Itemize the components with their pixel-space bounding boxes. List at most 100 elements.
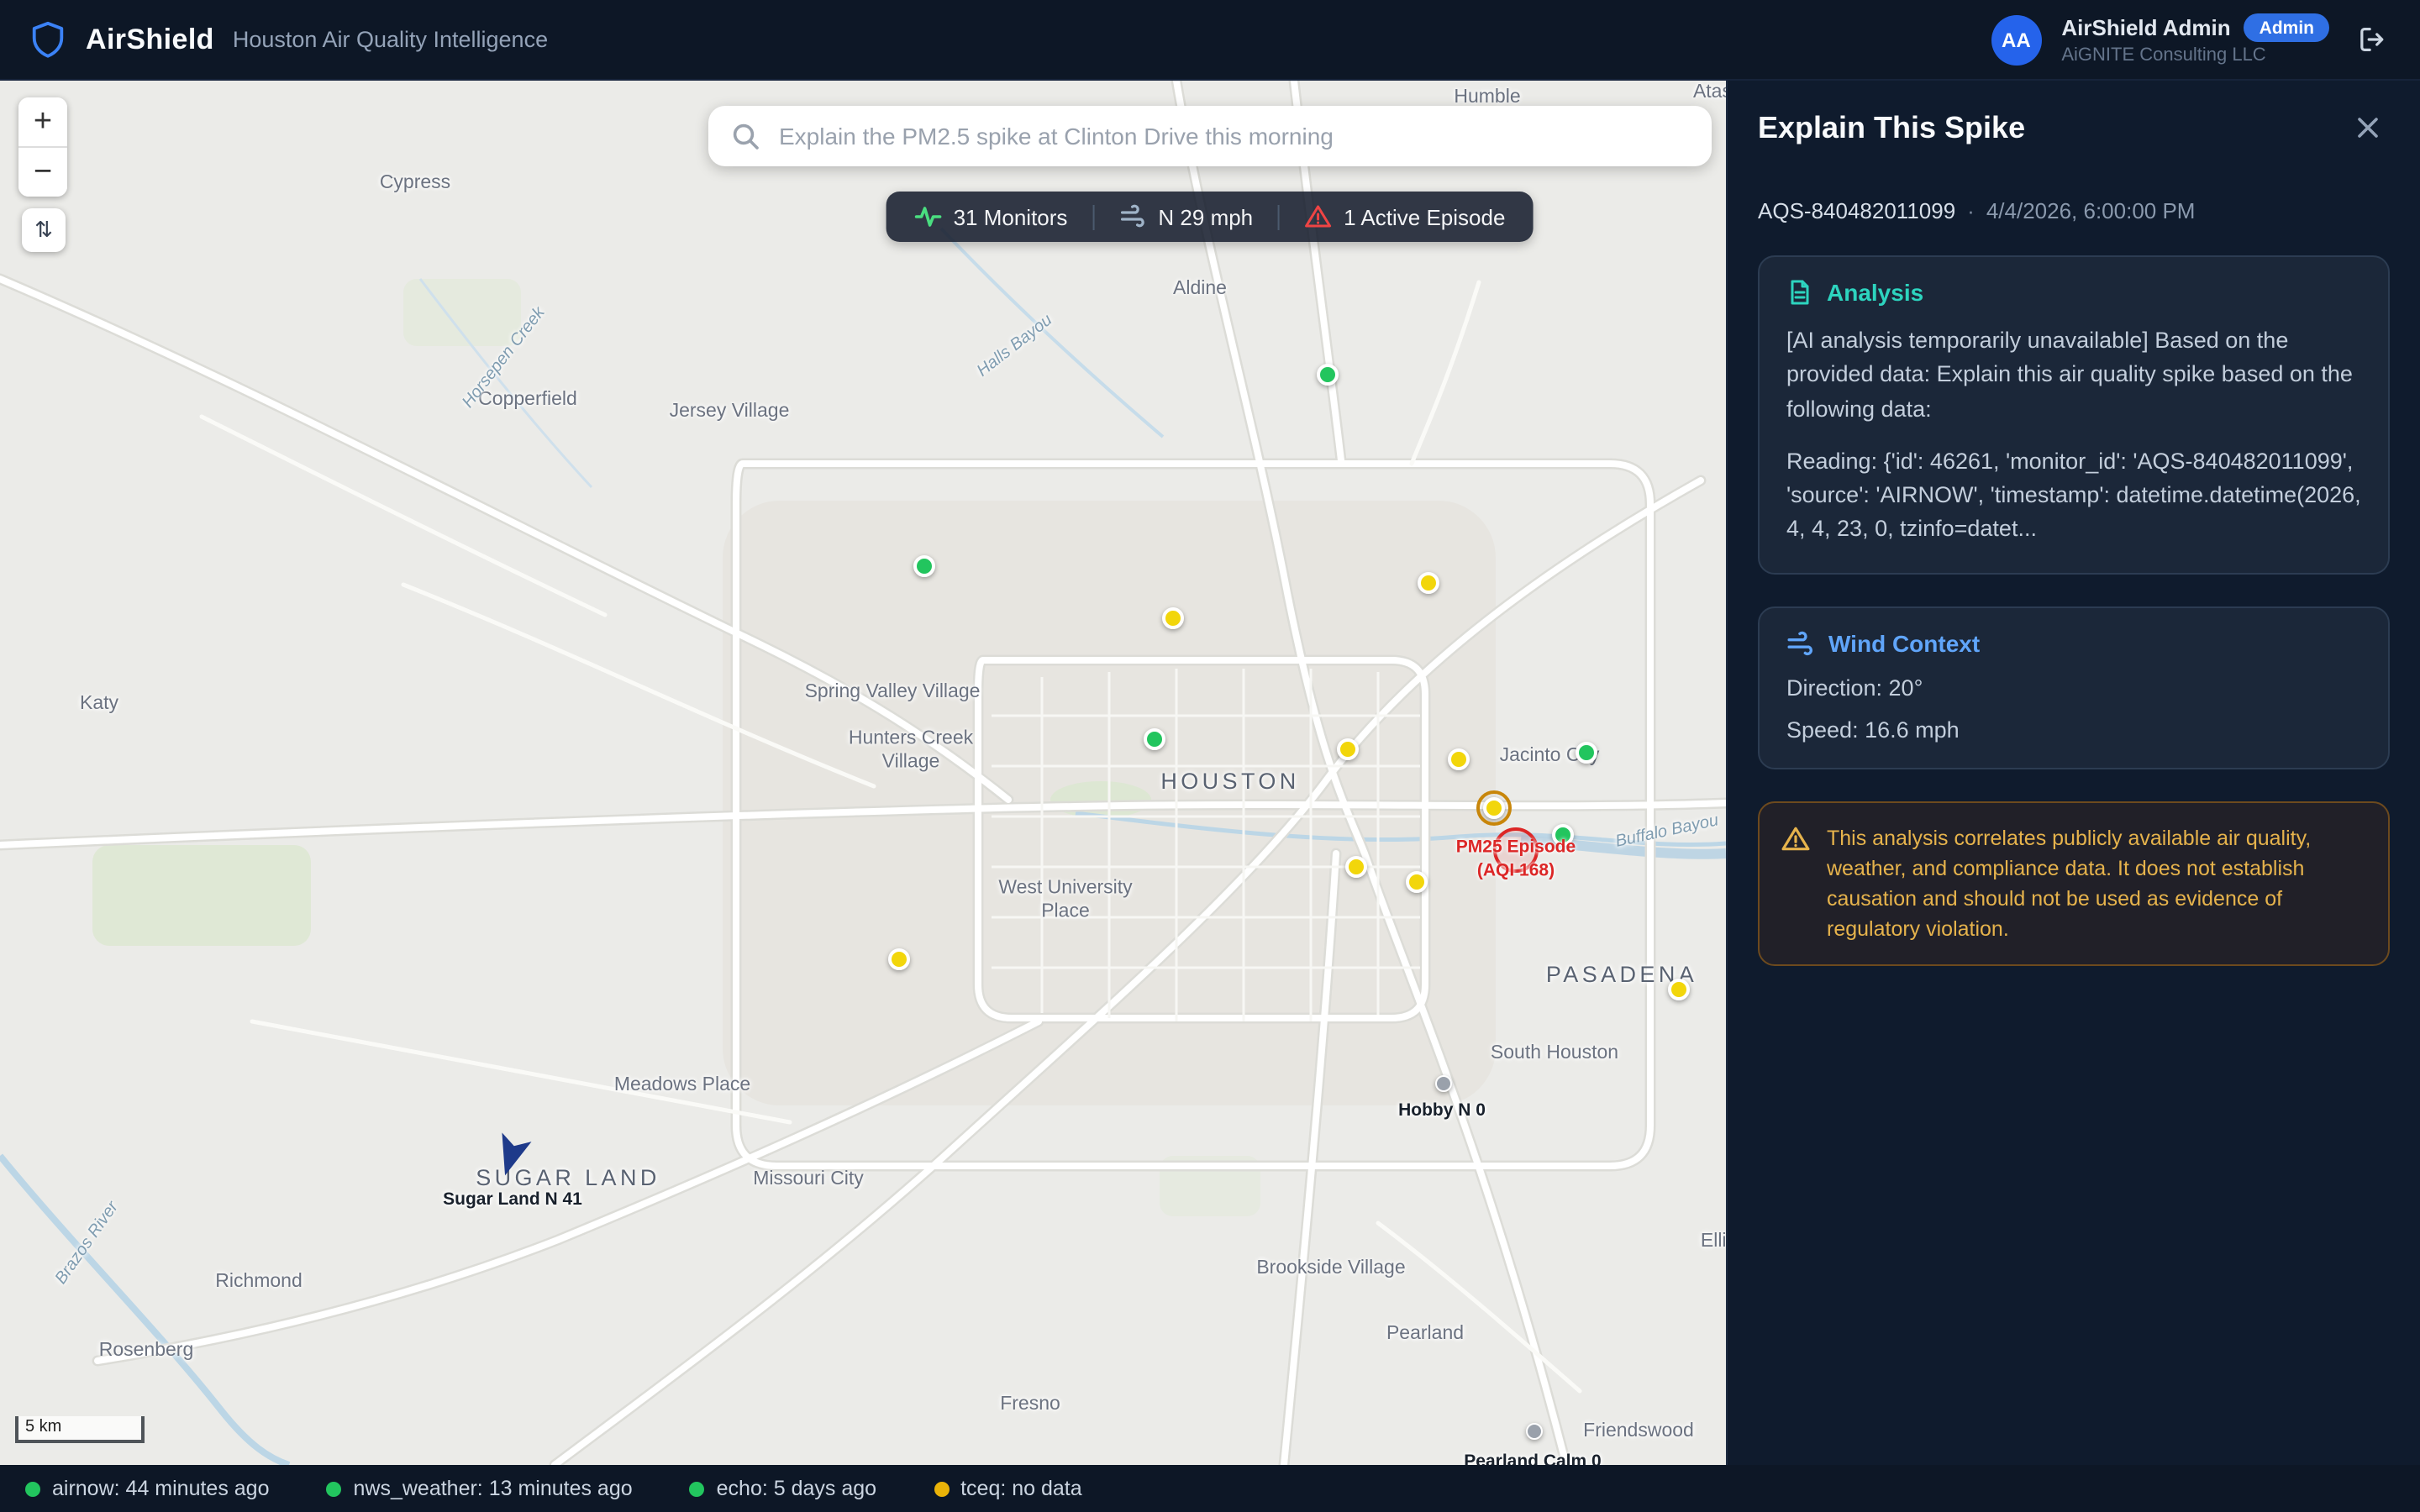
- close-panel-button[interactable]: [2346, 106, 2390, 150]
- episode-meta: AQS-840482011099 · 4/4/2026, 6:00:00 PM: [1758, 198, 2390, 223]
- wind-card-title: Wind Context: [1828, 630, 1980, 657]
- map-label-brookside-village: Brookside Village: [1256, 1258, 1405, 1278]
- wind-speed: Speed: 16.6 mph: [1786, 717, 2361, 742]
- monitors-count-label: 31 Monitors: [954, 204, 1068, 229]
- map-label-richmond: Richmond: [215, 1272, 302, 1292]
- monitor-dot-good[interactable]: [1576, 742, 1597, 764]
- explain-spike-panel: Explain This Spike AQS-840482011099 · 4/…: [1726, 81, 2420, 1465]
- monitor-dot-moderate[interactable]: [1162, 607, 1184, 629]
- map-label-copperfield: Copperfield: [478, 390, 577, 410]
- source-status-airnow: airnow: 44 minutes ago: [25, 1477, 270, 1500]
- analysis-paragraph-2: Reading: {'id': 46261, 'monitor_id': 'AQ…: [1786, 445, 2361, 548]
- search-bar: [708, 106, 1712, 166]
- episode-label-line2: (AQI 168): [1456, 860, 1576, 883]
- map-label-friendswood: Friendswood: [1583, 1421, 1694, 1441]
- shield-logo-icon: [29, 20, 67, 59]
- zoom-out-button[interactable]: −: [18, 148, 67, 197]
- monitor-dot-selected[interactable]: [1483, 797, 1505, 819]
- map-label-katy: Katy: [80, 694, 118, 714]
- tilt-reset-button[interactable]: ⇅: [22, 208, 66, 252]
- wind-status-label: N 29 mph: [1158, 204, 1253, 229]
- monitor-dot-moderate[interactable]: [888, 948, 910, 970]
- activity-icon: [915, 203, 942, 230]
- episode-timestamp: 4/4/2026, 6:00:00 PM: [1986, 198, 2196, 223]
- search-input[interactable]: [776, 121, 1690, 151]
- user-name: AirShield Admin: [2061, 15, 2230, 40]
- source-label: airnow: 44 minutes ago: [52, 1477, 270, 1500]
- app-title: AirShield: [86, 23, 214, 56]
- map-label-atascocita: Atascocita: [1693, 82, 1726, 102]
- wind-direction: Direction: 20°: [1786, 675, 2361, 700]
- source-status-echo: echo: 5 days ago: [690, 1477, 876, 1500]
- panel-title: Explain This Spike: [1758, 110, 2025, 145]
- monitor-dot-good[interactable]: [1317, 364, 1339, 386]
- map-label-hunters-creek-village: Hunters Creek Village: [845, 727, 976, 775]
- status-dot-green: [327, 1481, 342, 1496]
- monitor-dot-good[interactable]: [913, 555, 935, 577]
- monitor-dot-good[interactable]: [1144, 728, 1165, 750]
- monitor-dot-moderate[interactable]: [1418, 572, 1439, 594]
- map-label-spring-valley-village: Spring Valley Village: [805, 682, 981, 702]
- wind-icon: [1119, 203, 1146, 230]
- logout-icon: [2356, 24, 2388, 55]
- station-label-sugar-land: Sugar Land N 41: [443, 1189, 582, 1210]
- analysis-card-title: Analysis: [1827, 279, 1923, 306]
- analysis-paragraph-1: [AI analysis temporarily unavailable] Ba…: [1786, 324, 2361, 427]
- monitor-dot-moderate[interactable]: [1406, 871, 1428, 893]
- map-label-cypress: Cypress: [380, 173, 450, 193]
- zoom-in-button[interactable]: +: [18, 97, 67, 146]
- document-icon: [1786, 279, 1813, 306]
- station-label-hobby: Hobby N 0: [1398, 1100, 1486, 1121]
- wind-context-card: Wind Context Direction: 20° Speed: 16.6 …: [1758, 606, 2390, 769]
- logout-button[interactable]: [2349, 17, 2395, 62]
- user-meta: AirShield Admin Admin AiGNITE Consulting…: [2061, 13, 2329, 66]
- map-label-fresno: Fresno: [1000, 1394, 1060, 1415]
- map-scale: 5 km: [15, 1416, 145, 1443]
- monitor-dot-calm[interactable]: [1435, 1075, 1452, 1092]
- map-label-aldine: Aldine: [1173, 279, 1227, 299]
- source-label: tceq: no data: [960, 1477, 1082, 1500]
- disclaimer-text: This analysis correlates publicly availa…: [1827, 822, 2366, 944]
- map-label-pearland: Pearland: [1386, 1324, 1464, 1344]
- meta-separator: ·: [1967, 198, 1975, 223]
- monitor-id: AQS-840482011099: [1758, 198, 1955, 223]
- status-pillbar: 31 Monitors N 29 mph: [886, 192, 1534, 242]
- map-label-missouri-city: Missouri City: [753, 1169, 864, 1189]
- map-label-houston: HOUSTON: [1160, 769, 1299, 794]
- pill-divider: [1278, 204, 1280, 229]
- user-avatar[interactable]: AA: [1991, 14, 2041, 65]
- map-label-humble: Humble: [1454, 87, 1520, 108]
- episode-status-label: 1 Active Episode: [1344, 204, 1505, 229]
- monitors-status[interactable]: 31 Monitors: [915, 203, 1068, 230]
- map-label-rosenberg: Rosenberg: [99, 1341, 194, 1361]
- analysis-card: Analysis [AI analysis temporarily unavai…: [1758, 255, 2390, 574]
- source-status-nws-weather: nws_weather: 13 minutes ago: [327, 1477, 633, 1500]
- monitor-dot-moderate[interactable]: [1337, 738, 1359, 760]
- status-dot-green: [25, 1481, 40, 1496]
- source-label: nws_weather: 13 minutes ago: [354, 1477, 633, 1500]
- wind-status[interactable]: N 29 mph: [1119, 203, 1253, 230]
- disclaimer-card: This analysis correlates publicly availa…: [1758, 801, 2390, 966]
- map-label-ellington: Ellington: [1701, 1231, 1726, 1252]
- map-label-jersey-village: Jersey Village: [670, 402, 790, 422]
- monitor-dot-moderate[interactable]: [1448, 748, 1470, 770]
- search-icon: [730, 121, 760, 151]
- map-label-west-university-place: West University Place: [981, 876, 1150, 925]
- status-dot-yellow: [934, 1481, 949, 1496]
- monitor-dot-moderate[interactable]: [1345, 856, 1367, 878]
- user-block: AA AirShield Admin Admin AiGNITE Consult…: [1991, 13, 2420, 66]
- brand-block: AirShield Houston Air Quality Intelligen…: [0, 20, 548, 59]
- app-subtitle: Houston Air Quality Intelligence: [233, 27, 548, 52]
- warning-triangle-icon: [1781, 824, 1810, 944]
- map-area: Humble Atascocita Cypress Copperfield Je…: [0, 81, 1726, 1465]
- episode-status[interactable]: 1 Active Episode: [1305, 203, 1505, 230]
- zoom-controls: + −: [18, 97, 67, 197]
- source-status-tceq: tceq: no data: [934, 1477, 1082, 1500]
- monitor-dot-calm[interactable]: [1526, 1423, 1543, 1440]
- monitor-dot-moderate[interactable]: [1668, 979, 1690, 1000]
- map-label-south-houston: South Houston: [1491, 1043, 1618, 1063]
- data-sources-bar: airnow: 44 minutes ago nws_weather: 13 m…: [0, 1465, 2420, 1512]
- top-navbar: AirShield Houston Air Quality Intelligen…: [0, 0, 2420, 81]
- episode-label[interactable]: PM25 Episode (AQI 168): [1456, 837, 1576, 884]
- station-label-pearland-calm: Pearland Calm 0: [1464, 1452, 1601, 1465]
